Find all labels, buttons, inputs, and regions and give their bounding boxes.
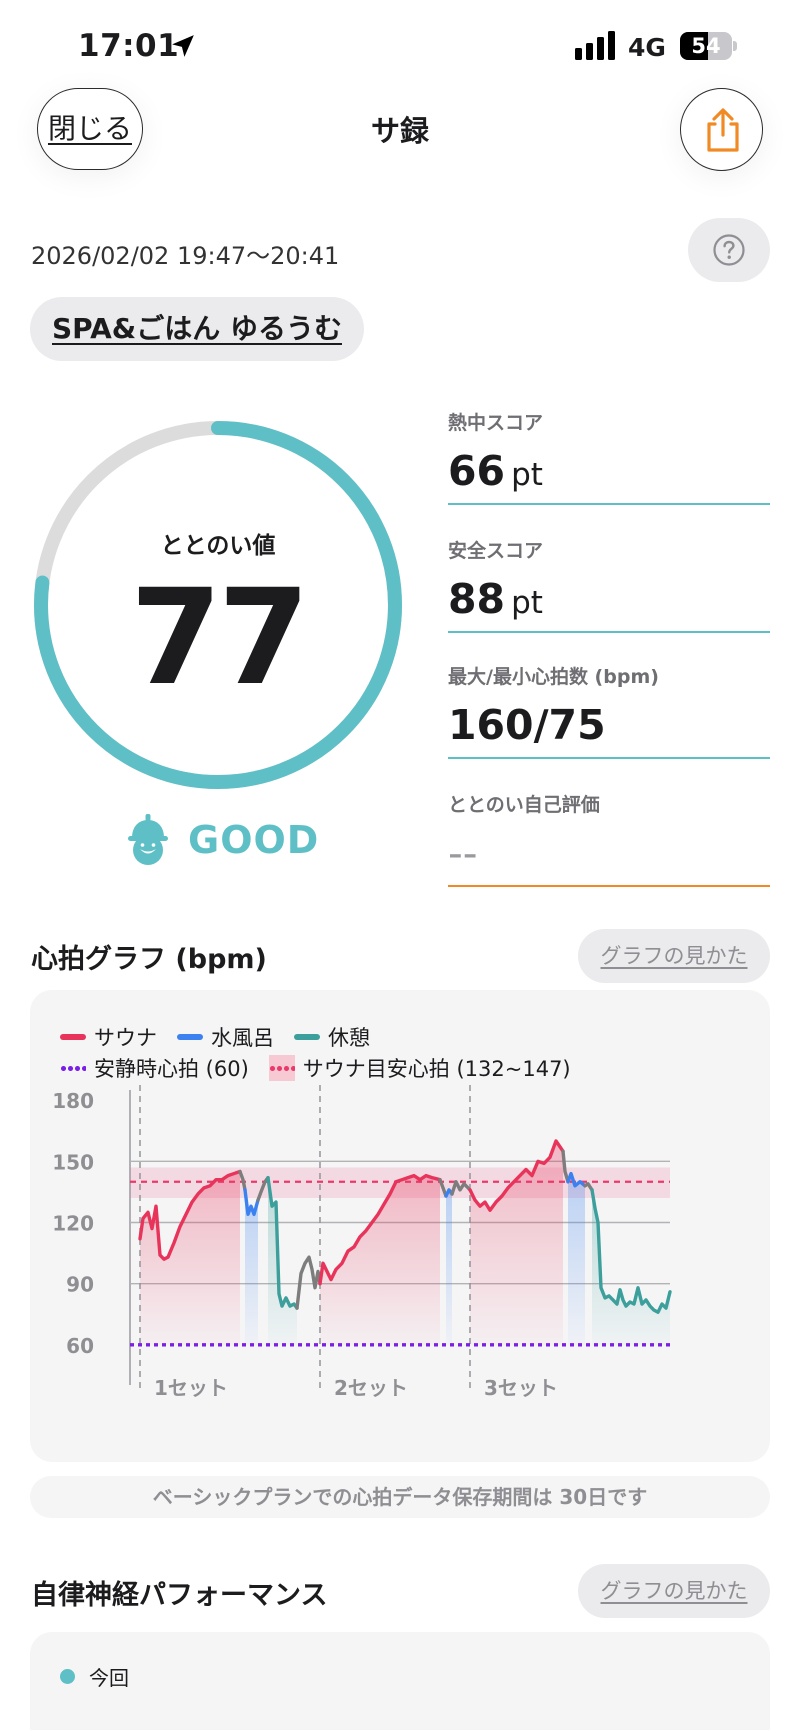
stat-label: 最大/最小心拍数 (bpm) xyxy=(448,666,659,688)
stat-value: 88 xyxy=(448,575,506,623)
location-arrow-icon xyxy=(172,35,194,57)
share-button[interactable] xyxy=(680,88,763,171)
y-tick-label: 60 xyxy=(66,1334,94,1358)
set-label: 1セット xyxy=(154,1376,228,1400)
sauna-area xyxy=(320,1175,440,1345)
sauna-hat-face-icon xyxy=(128,814,168,865)
legend-sauna: サウナ xyxy=(60,1022,157,1052)
stat-unit: pt xyxy=(511,457,543,493)
legend-current: 今回 xyxy=(89,1666,129,1690)
chart-legend: サウナ 水風呂 休憩 xyxy=(60,1022,390,1052)
status-time: 17:01 xyxy=(78,28,180,64)
cellular-signal-icon xyxy=(575,30,617,60)
cold_bath-area xyxy=(568,1173,585,1345)
y-tick-label: 180 xyxy=(52,1089,94,1113)
safety-score: 安全スコア 88 pt xyxy=(448,536,770,633)
legend-cold-bath: 水風呂 xyxy=(177,1022,274,1052)
heart-graph-title: 心拍グラフ (bpm) xyxy=(31,944,267,975)
chart-legend-reference: 安静時心拍 (60) サウナ目安心拍 (132~147) xyxy=(60,1053,591,1083)
score-value: 77 xyxy=(130,561,310,715)
performance-guide-button[interactable]: グラフの見かた xyxy=(578,1564,770,1618)
battery-level: 54 xyxy=(691,34,721,58)
performance-legend: 今回 xyxy=(60,1662,129,1691)
y-tick-label: 90 xyxy=(66,1273,94,1297)
stat-value: 160/75 xyxy=(448,701,606,749)
divider xyxy=(448,757,770,759)
divider xyxy=(448,631,770,633)
rest-area xyxy=(592,1189,670,1345)
retention-notice: ベーシックプランでの心拍データ保存期間は 30日です xyxy=(30,1476,770,1518)
score-label: ととのい値 xyxy=(160,533,276,559)
legend-resting-hr: 安静時心拍 (60) xyxy=(60,1053,249,1083)
rest-line xyxy=(590,1188,672,1314)
heart-graph-card: 60 90 120 150 180 1セット 2セット 3セット サウナ 水風呂 休憩 安静時… xyxy=(30,990,770,1462)
status-bar: 17:01 4G 54 xyxy=(0,0,800,100)
stat-unit: pt xyxy=(511,585,543,621)
mood-rating: GOOD xyxy=(188,818,320,862)
question-circle-icon xyxy=(713,234,745,266)
self-rating-value[interactable]: -- xyxy=(448,829,478,877)
facility-link[interactable]: SPA&ごはん ゆるうむ xyxy=(30,297,364,361)
heat-score: 熱中スコア 66 pt xyxy=(448,408,770,505)
divider xyxy=(448,503,770,505)
self-rating[interactable]: ととのい自己評価 -- xyxy=(448,790,770,887)
close-button[interactable]: 閉じる xyxy=(37,88,143,170)
network-type: 4G xyxy=(628,33,666,62)
heart-graph-guide-button[interactable]: グラフの見かた xyxy=(578,929,770,983)
stat-label: 熱中スコア xyxy=(448,412,544,434)
battery-icon: 54 xyxy=(680,32,737,60)
heart-rate-range: 最大/最小心拍数 (bpm) 160/75 xyxy=(448,662,770,759)
legend-sauna-target: サウナ目安心拍 (132~147) xyxy=(268,1053,571,1083)
session-date-range: 2026/02/02 19:47～20:41 xyxy=(31,242,340,270)
stat-label: 安全スコア xyxy=(448,540,544,562)
y-tick-label: 150 xyxy=(52,1150,94,1174)
divider xyxy=(448,885,770,887)
transition-line xyxy=(295,1255,322,1310)
stat-value: 66 xyxy=(448,447,506,495)
cold_bath-area xyxy=(446,1189,452,1345)
legend-dot xyxy=(60,1669,75,1684)
help-button[interactable] xyxy=(688,218,770,282)
set-label: 2セット xyxy=(334,1376,408,1400)
set-label: 3セット xyxy=(484,1376,558,1400)
legend-rest: 休憩 xyxy=(294,1022,370,1052)
page-title: サ録 xyxy=(370,114,429,148)
performance-title: 自律神経パフォーマンス xyxy=(31,1580,328,1611)
stat-label: ととのい自己評価 xyxy=(448,794,600,816)
y-tick-label: 120 xyxy=(52,1212,94,1236)
share-icon xyxy=(707,108,739,152)
performance-card: 今回 xyxy=(30,1632,770,1730)
